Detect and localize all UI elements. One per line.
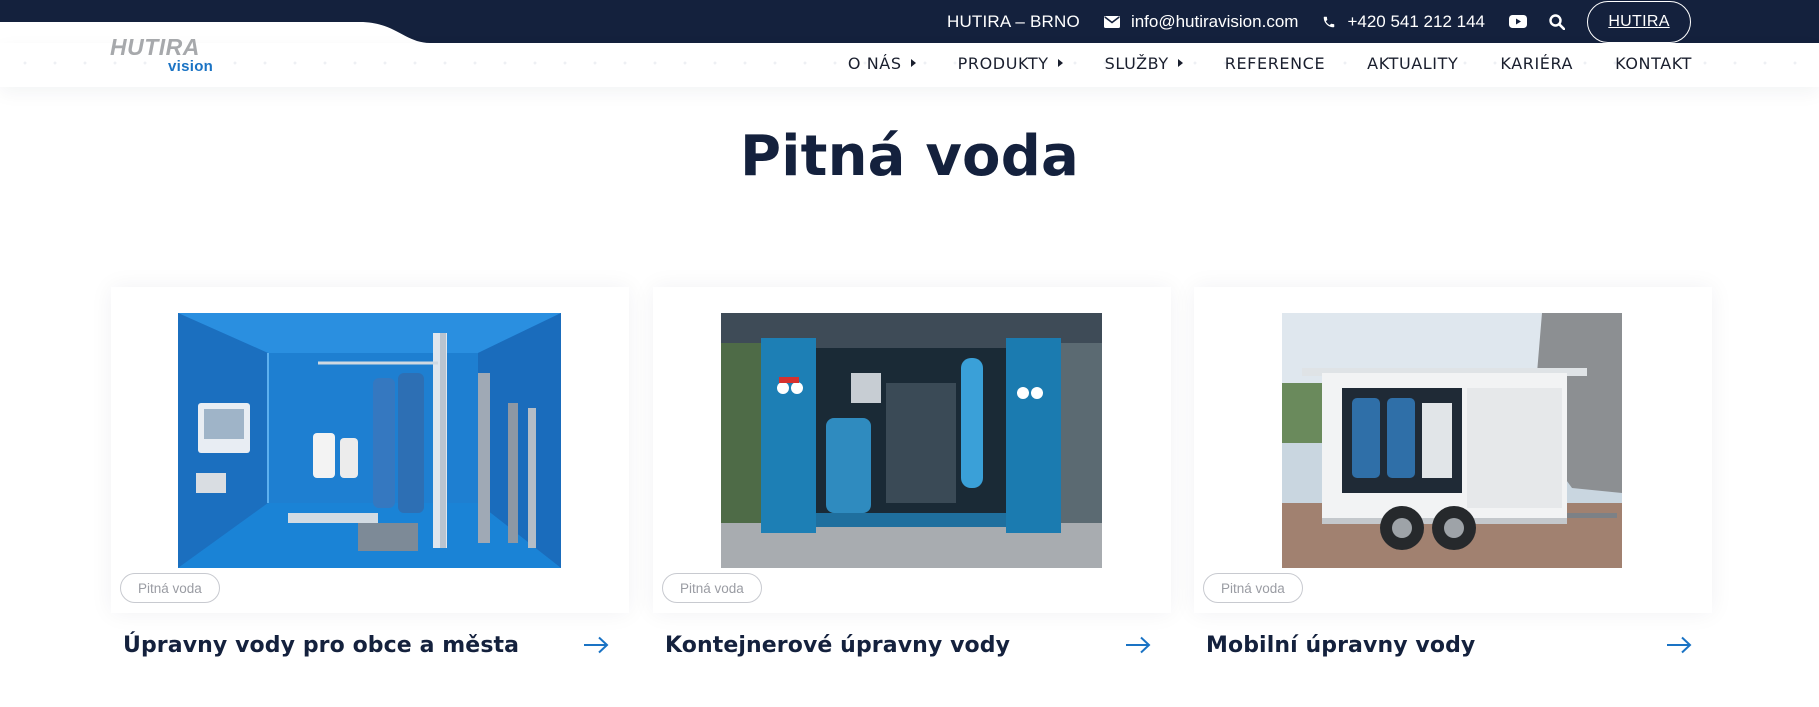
card-footer[interactable]: Úpravny vody pro obce a města <box>111 620 629 670</box>
caret-right-icon <box>910 59 916 67</box>
caret-right-icon <box>1057 59 1063 67</box>
arrow-right-icon[interactable] <box>583 636 609 654</box>
arrow-right-icon[interactable] <box>1666 636 1692 654</box>
product-card[interactable]: Pitná voda <box>653 287 1171 613</box>
nav-item-label: SLUŽBY <box>1104 53 1169 73</box>
card-title: Mobilní úpravny vody <box>1206 632 1476 658</box>
nav-item-label: KONTAKT <box>1615 53 1692 73</box>
phone-icon <box>1324 16 1335 27</box>
nav-menu: O NÁS PRODUKTY SLUŽBY REFERENCE AKTUALIT… <box>806 43 1692 83</box>
site-logo[interactable]: HUTIRA vision <box>110 34 220 78</box>
logo-wordmark: HUTIRA <box>110 34 200 60</box>
envelope-icon <box>1103 15 1120 28</box>
nav-item-label: REFERENCE <box>1224 53 1326 73</box>
product-card[interactable]: Pitná voda <box>111 287 629 613</box>
top-bar: HUTIRA – BRNO info@hutiravision.com +420… <box>0 0 1819 43</box>
email-link[interactable]: info@hutiravision.com <box>1103 11 1299 32</box>
search-button[interactable] <box>1549 13 1565 30</box>
card-title: Úpravny vody pro obce a města <box>123 632 520 658</box>
nav-item-produkty[interactable]: PRODUKTY <box>958 54 1063 73</box>
page-title: Pitná voda <box>739 124 1079 189</box>
category-tag[interactable]: Pitná voda <box>662 573 762 603</box>
nav-item-kariera[interactable]: KARIÉRA <box>1500 54 1573 73</box>
nav-item-o-nas[interactable]: O NÁS <box>848 54 916 73</box>
location-text: HUTIRA – BRNO <box>946 11 1080 31</box>
category-tag[interactable]: Pitná voda <box>1203 573 1303 603</box>
product-card[interactable]: Pitná voda <box>1194 287 1712 613</box>
category-tag[interactable]: Pitná voda <box>120 573 220 603</box>
search-icon <box>1549 13 1565 30</box>
arrow-right-icon[interactable] <box>1125 636 1151 654</box>
nav-item-label: O NÁS <box>847 53 902 73</box>
logo-subword: vision <box>168 58 214 75</box>
phone-text: +420 541 212 144 <box>1347 11 1485 31</box>
caret-right-icon <box>1177 59 1183 67</box>
nav-item-aktuality[interactable]: AKTUALITY <box>1367 54 1458 73</box>
card-footer[interactable]: Kontejnerové úpravny vody <box>653 620 1171 670</box>
phone-link[interactable]: +420 541 212 144 <box>1322 12 1485 32</box>
card-title: Kontejnerové úpravny vody <box>665 632 1011 658</box>
nav-item-label: AKTUALITY <box>1367 53 1459 73</box>
nav-item-label: KARIÉRA <box>1500 53 1574 73</box>
nav-item-kontakt[interactable]: KONTAKT <box>1615 54 1692 73</box>
nav-item-sluzby[interactable]: SLUŽBY <box>1105 54 1183 73</box>
youtube-icon <box>1509 15 1527 28</box>
nav-item-label: PRODUKTY <box>957 53 1049 73</box>
product-image-water-plant-interior[interactable] <box>178 313 561 568</box>
product-image-mobile-trailer[interactable] <box>1282 313 1622 568</box>
youtube-link[interactable] <box>1509 15 1527 28</box>
nav-item-reference[interactable]: REFERENCE <box>1225 54 1325 73</box>
card-footer[interactable]: Mobilní úpravny vody <box>1194 620 1712 670</box>
hutira-brand-button[interactable]: HUTIRA <box>1587 0 1691 43</box>
product-image-container-plant[interactable] <box>721 313 1102 568</box>
email-text: info@hutiravision.com <box>1130 11 1299 31</box>
topbar-curve-decoration <box>0 0 430 43</box>
